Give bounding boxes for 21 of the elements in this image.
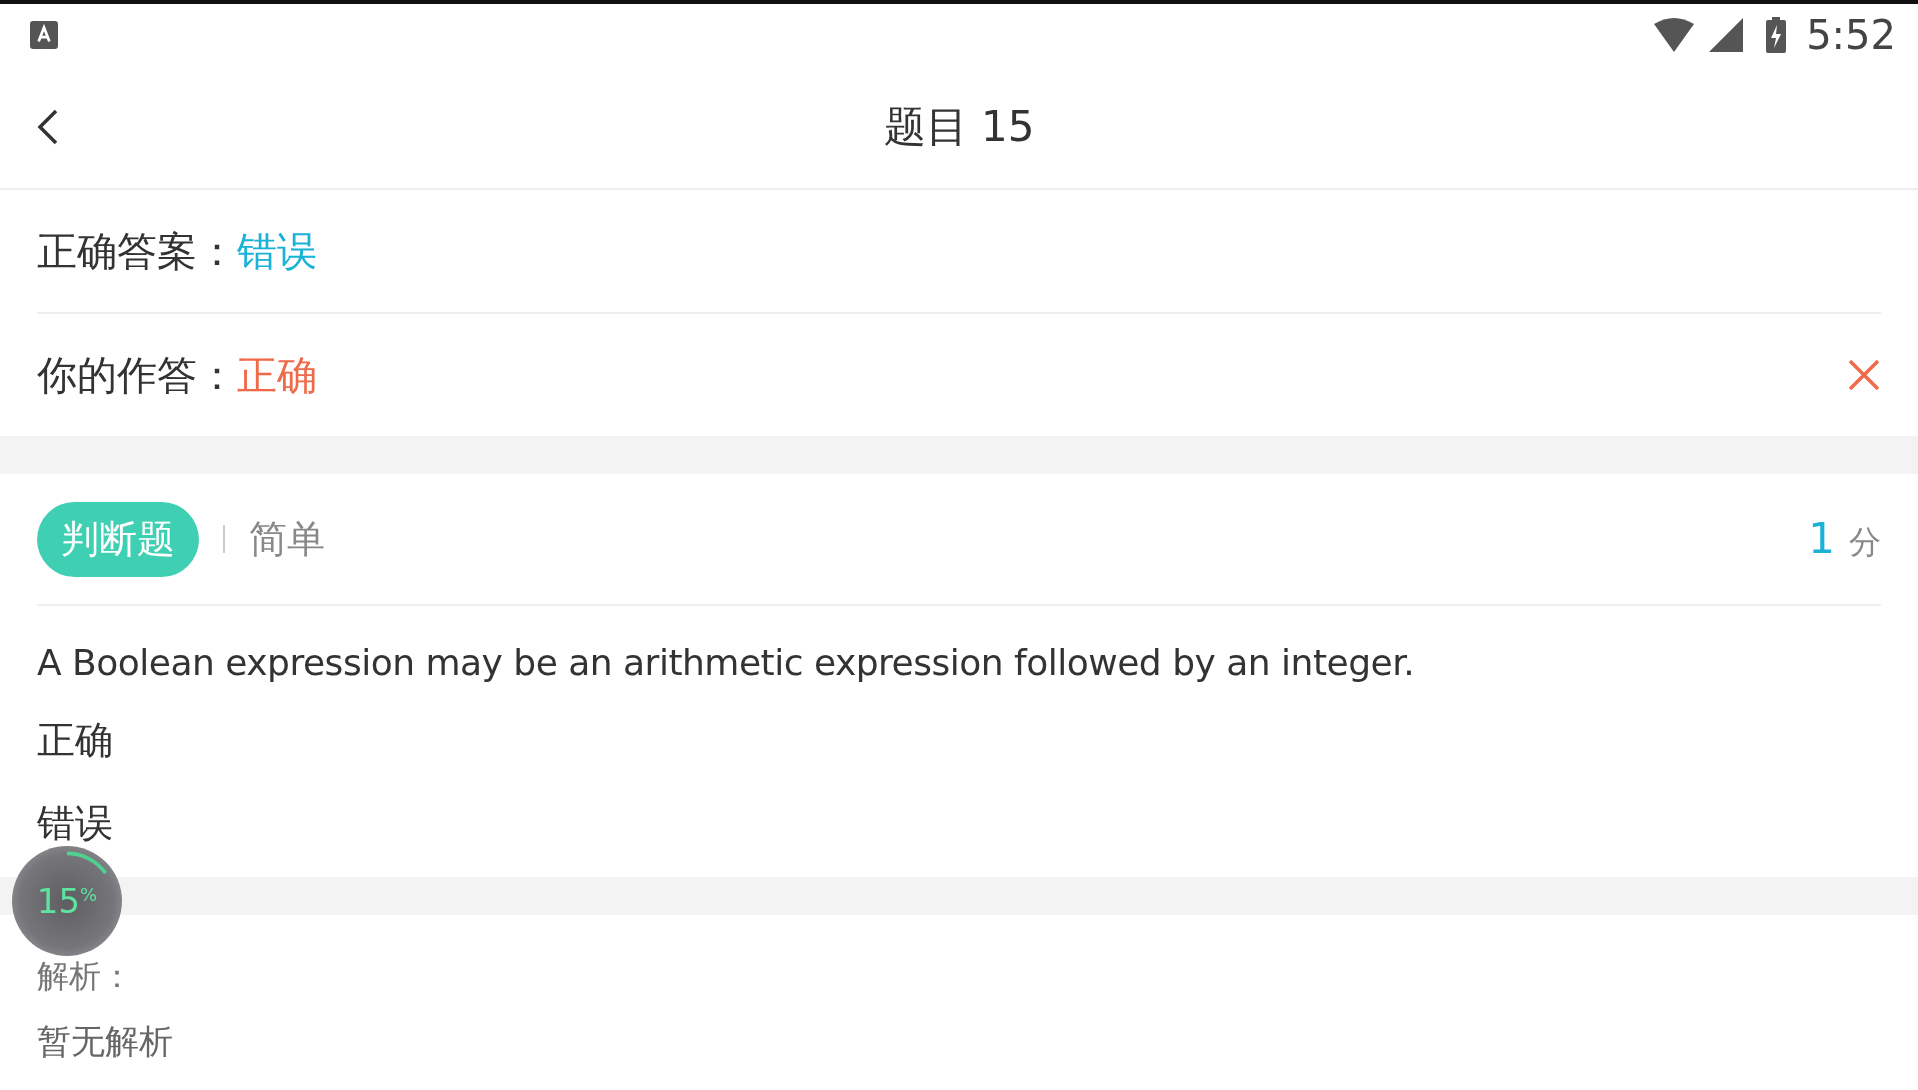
question-text: A Boolean expression may be an arithmetic expression followed by an integer. — [37, 642, 1416, 683]
question-type-tag: 判断题 — [37, 501, 199, 577]
back-button[interactable] — [36, 107, 60, 147]
score-unit: 分 — [1849, 521, 1881, 563]
answer-option: 错误 — [37, 798, 1881, 849]
answer-option: 正确 — [37, 715, 1881, 766]
score-value: 1 — [1808, 513, 1835, 563]
answer-value: 错误 — [237, 226, 317, 276]
battery-charging-icon — [1766, 17, 1787, 53]
analysis-text: 暂无解析 — [37, 1020, 174, 1063]
answer-value: 正确 — [237, 350, 317, 400]
clock: 5:52 — [1806, 12, 1896, 58]
analysis-label: 解析： — [37, 956, 134, 997]
page-title: 题目 15 — [882, 101, 1036, 153]
wifi-icon — [1654, 18, 1695, 52]
answer-label: 你的作答： — [37, 350, 237, 400]
keyboard-icon — [30, 21, 58, 49]
progress-reading: 15$^{%}$ — [36, 881, 98, 921]
difficulty-label: 简单 — [249, 515, 325, 563]
answer-label: 正确答案： — [37, 226, 237, 276]
progress-meter[interactable]: 15$^{%}$ — [12, 846, 122, 956]
